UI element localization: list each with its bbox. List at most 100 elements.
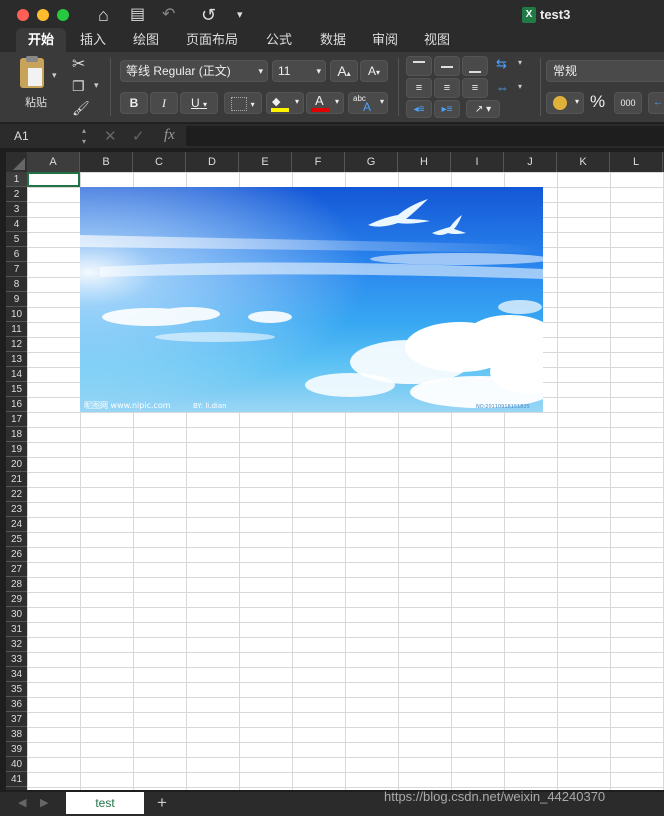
increase-indent-button[interactable]: ▸≡	[434, 100, 460, 118]
next-sheet-icon[interactable]: ▶	[40, 796, 48, 809]
redo-icon[interactable]: ↺	[201, 5, 216, 25]
row-header[interactable]: 19	[6, 442, 27, 457]
row-header[interactable]: 31	[6, 622, 27, 637]
row-header[interactable]: 30	[6, 607, 27, 622]
row-header[interactable]: 3	[6, 202, 27, 217]
column-header[interactable]: J	[504, 152, 557, 172]
column-header[interactable]: B	[80, 152, 133, 172]
close-window-button[interactable]	[17, 9, 29, 21]
tab-draw[interactable]: 绘图	[120, 28, 172, 52]
undo-icon[interactable]: ↶	[162, 5, 175, 25]
merge-center-icon[interactable]: ⇔	[496, 80, 509, 95]
row-header[interactable]: 35	[6, 682, 27, 697]
row-header[interactable]: 10	[6, 307, 27, 322]
column-header[interactable]: D	[186, 152, 239, 172]
embedded-sky-picture[interactable]: 昵图网 www.nipic.com BY: li.dian NO:2011091…	[80, 187, 543, 412]
tab-view[interactable]: 视图	[412, 28, 462, 52]
row-header[interactable]: 39	[6, 742, 27, 757]
chevron-down-icon[interactable]: ▾	[518, 58, 522, 67]
row-header[interactable]: 26	[6, 547, 27, 562]
italic-button[interactable]: I	[150, 92, 178, 114]
column-header[interactable]: F	[292, 152, 345, 172]
fill-color-button[interactable]: ◆ ▾	[266, 92, 304, 114]
align-right-button[interactable]: ≡	[462, 78, 488, 98]
bold-button[interactable]: B	[120, 92, 148, 114]
row-header[interactable]: 33	[6, 652, 27, 667]
active-cell-selection[interactable]	[27, 172, 80, 187]
cancel-icon[interactable]: ✕	[104, 127, 117, 145]
cut-icon[interactable]: ✂	[72, 54, 85, 74]
row-header[interactable]: 18	[6, 427, 27, 442]
zoom-window-button[interactable]	[57, 9, 69, 21]
row-header[interactable]: 12	[6, 337, 27, 352]
column-header[interactable]: G	[345, 152, 398, 172]
copy-icon[interactable]: ❐	[72, 78, 85, 95]
row-header[interactable]: 27	[6, 562, 27, 577]
enter-icon[interactable]: ✓	[132, 127, 145, 145]
borders-button[interactable]: ▾	[224, 92, 262, 114]
underline-button[interactable]: U ▾	[180, 92, 218, 114]
font-color-button[interactable]: A ▾	[306, 92, 344, 114]
tab-insert[interactable]: 插入	[68, 28, 118, 52]
sheet-tab-test[interactable]: test	[66, 792, 144, 814]
row-header[interactable]: 34	[6, 667, 27, 682]
row-header[interactable]: 15	[6, 382, 27, 397]
align-center-button[interactable]: ≡	[434, 78, 460, 98]
row-header[interactable]: 7	[6, 262, 27, 277]
row-header[interactable]: 2	[6, 187, 27, 202]
column-header[interactable]: A	[27, 152, 80, 172]
home-icon[interactable]: ⌂	[98, 5, 109, 25]
orientation-button[interactable]: ↗ ▾	[466, 100, 500, 118]
row-header[interactable]: 38	[6, 727, 27, 742]
column-header[interactable]: I	[451, 152, 504, 172]
tab-data[interactable]: 数据	[308, 28, 358, 52]
save-icon[interactable]: ▤	[130, 5, 145, 25]
row-header[interactable]: 28	[6, 577, 27, 592]
align-middle-button[interactable]	[434, 56, 460, 76]
row-header[interactable]: 37	[6, 712, 27, 727]
column-header[interactable]: H	[398, 152, 451, 172]
row-header[interactable]: 41	[6, 772, 27, 787]
increase-decimal-button[interactable]: ←	[648, 92, 664, 114]
wrap-text-icon[interactable]: ⇆	[496, 56, 507, 72]
row-header[interactable]: 20	[6, 457, 27, 472]
row-header[interactable]: 17	[6, 412, 27, 427]
row-header[interactable]: 11	[6, 322, 27, 337]
row-header[interactable]: 9	[6, 292, 27, 307]
row-header[interactable]: 4	[6, 217, 27, 232]
row-header[interactable]: 36	[6, 697, 27, 712]
select-all-corner[interactable]	[6, 152, 27, 172]
tab-home[interactable]: 开始	[16, 28, 66, 52]
formula-input[interactable]	[186, 126, 664, 146]
row-header[interactable]: 22	[6, 487, 27, 502]
decrease-font-size-button[interactable]: A▾	[360, 60, 388, 82]
align-top-button[interactable]	[406, 56, 432, 76]
row-header[interactable]: 29	[6, 592, 27, 607]
tab-page-layout[interactable]: 页面布局	[176, 28, 248, 52]
insert-function-icon[interactable]: fx	[164, 127, 175, 144]
tab-formulas[interactable]: 公式	[254, 28, 304, 52]
number-format-dropdown[interactable]: 常规	[546, 60, 664, 82]
column-header[interactable]: E	[239, 152, 292, 172]
column-header[interactable]: C	[133, 152, 186, 172]
font-size-dropdown[interactable]: 11 ▾	[272, 60, 326, 82]
minimize-window-button[interactable]	[37, 9, 49, 21]
decrease-indent-button[interactable]: ◂≡	[406, 100, 432, 118]
row-header[interactable]: 40	[6, 757, 27, 772]
add-sheet-button[interactable]: +	[157, 793, 167, 813]
row-header[interactable]: 8	[6, 277, 27, 292]
row-header[interactable]: 6	[6, 247, 27, 262]
row-header[interactable]: 21	[6, 472, 27, 487]
percent-style-button[interactable]: %	[590, 92, 605, 112]
copy-dropdown-icon[interactable]: ▾	[94, 80, 99, 91]
name-box[interactable]: A1 ▴ ▾	[4, 126, 88, 146]
align-bottom-button[interactable]	[462, 56, 488, 76]
row-header[interactable]: 1	[6, 172, 27, 187]
increase-font-size-button[interactable]: A▴	[330, 60, 358, 82]
column-header[interactable]: L	[610, 152, 663, 172]
format-painter-icon[interactable]: 🖌	[72, 100, 90, 117]
previous-sheet-icon[interactable]: ◀	[18, 796, 26, 809]
row-header[interactable]: 16	[6, 397, 27, 412]
row-header[interactable]: 5	[6, 232, 27, 247]
row-header[interactable]: 24	[6, 517, 27, 532]
